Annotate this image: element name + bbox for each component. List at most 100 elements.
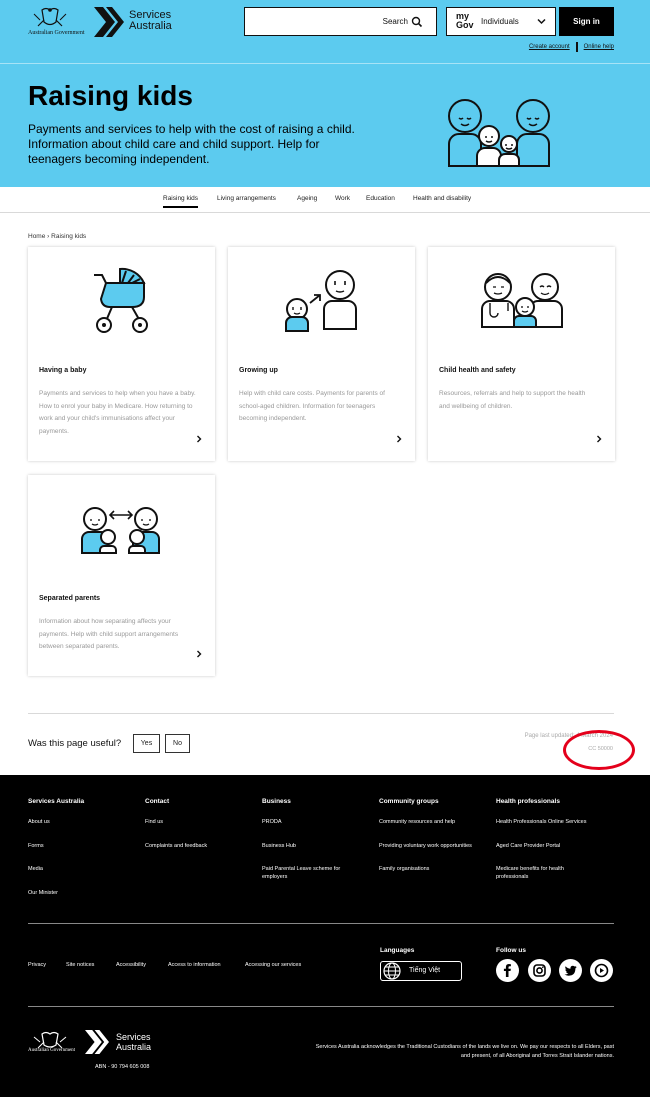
footer-heading: Business [262, 798, 291, 805]
accessibility-link[interactable]: Accessibility [116, 962, 146, 968]
footer-column-services-australia: Services Australia About us Forms Media … [28, 798, 144, 912]
tab-ageing[interactable]: Ageing [297, 195, 317, 202]
services-australia-logo-icon[interactable] [94, 7, 124, 37]
tab-raising-kids[interactable]: Raising kids [163, 195, 199, 208]
card-separated-parents[interactable]: Separated parents Information about how … [28, 475, 215, 676]
chevron-right-icon[interactable] [396, 435, 402, 443]
divider [28, 1006, 614, 1007]
footer-link[interactable]: Aged Care Provider Portal [496, 842, 612, 850]
breadcrumb: Home › Raising kids [28, 233, 86, 240]
online-help-link[interactable]: Online help [584, 44, 614, 50]
language-button[interactable]: Tiếng Việt [380, 961, 462, 981]
footer-link[interactable]: Providing voluntary work opportunities [379, 842, 495, 850]
card-having-a-baby[interactable]: Having a baby Payments and services to h… [28, 247, 215, 461]
footer-link[interactable]: Business Hub [262, 842, 378, 850]
card-title: Child health and safety [439, 367, 516, 374]
growing-child-icon [285, 270, 357, 332]
no-button[interactable]: No [165, 734, 190, 753]
footer-link[interactable]: Complaints and feedback [145, 842, 261, 850]
header-links: Create account Online help [529, 42, 614, 52]
government-name: Australian Government [28, 30, 85, 36]
separated-parents-icon [81, 507, 160, 554]
footer-link[interactable]: Medicare benefits for health professiona… [496, 865, 591, 881]
search-icon[interactable] [411, 16, 423, 28]
access-to-information-link[interactable]: Access to information [168, 962, 221, 968]
footer-link[interactable]: Community resources and help [379, 818, 495, 826]
divider [0, 212, 650, 213]
pram-icon [94, 267, 148, 333]
tab-health-and-disability[interactable]: Health and disability [413, 195, 471, 202]
footer-link[interactable]: Health Professionals Online Services [496, 818, 612, 826]
card-description: Information about how separating affects… [39, 618, 179, 650]
card-growing-up[interactable]: Growing up Help with child care costs. P… [228, 247, 415, 461]
section-tabs: Raising kids Living arrangements Ageing … [0, 193, 650, 213]
languages-label: Languages [380, 947, 415, 954]
follow-us-label: Follow us [496, 947, 526, 954]
chevron-right-icon[interactable] [596, 435, 602, 443]
footer-column-contact: Contact Find us Complaints and feedback [145, 798, 261, 865]
facebook-icon[interactable] [496, 959, 519, 982]
tab-work[interactable]: Work [335, 195, 350, 202]
create-account-link[interactable]: Create account [529, 44, 570, 50]
globe-icon [383, 962, 401, 980]
mygov-logo-line2: Gov [456, 20, 474, 30]
footer-link[interactable]: Family organisations [379, 865, 495, 873]
footer-link[interactable]: Media [28, 865, 144, 873]
brand-name[interactable]: Services Australia [129, 10, 172, 32]
footer-link[interactable]: Our Minister [28, 889, 144, 897]
mygov-selected-value: Individuals [481, 17, 519, 26]
footer-column-health-professionals: Health professionals Health Professional… [496, 798, 612, 897]
breadcrumb-home[interactable]: Home [28, 233, 45, 240]
footer-link[interactable]: Paid Parental Leave scheme for employers [262, 865, 362, 881]
chevron-down-icon[interactable] [537, 18, 546, 25]
card-child-health-and-safety[interactable]: Child health and safety Resources, refer… [428, 247, 615, 461]
card-title: Growing up [239, 367, 278, 374]
accessing-our-services-link[interactable]: Accessing our services [245, 962, 301, 968]
chevron-right-icon[interactable] [196, 435, 202, 443]
twitter-icon[interactable] [559, 959, 582, 982]
abn: ABN - 90 794 605 008 [95, 1064, 150, 1070]
feedback-question: Was this page useful? [28, 738, 122, 749]
page-title: Raising kids [28, 80, 193, 111]
site-notices-link[interactable]: Site notices [66, 962, 94, 968]
breadcrumb-current: Raising kids [51, 233, 87, 240]
youtube-icon[interactable] [590, 959, 613, 982]
footer-link[interactable]: PRODA [262, 818, 378, 826]
divider [28, 923, 614, 924]
footer-link[interactable]: Find us [145, 818, 261, 826]
tab-education[interactable]: Education [366, 195, 395, 202]
brand-name: Services Australia [116, 1032, 151, 1052]
footer-heading: Health professionals [496, 798, 560, 805]
footer-column-business: Business PRODA Business Hub Paid Parenta… [262, 798, 378, 897]
divider [28, 713, 614, 714]
card-description: Payments and services to help when you h… [39, 390, 196, 435]
brand-line1: Services [116, 1032, 151, 1042]
search-label: Search [382, 17, 408, 26]
family-illustration-icon [448, 99, 550, 167]
sign-in-button[interactable]: Sign in [559, 7, 614, 36]
page-description: Payments and services to help with the c… [28, 122, 355, 166]
chevron-right-icon[interactable] [196, 650, 202, 658]
site-header: Australian Government Services Australia… [0, 0, 650, 187]
card-description: Resources, referrals and help to support… [439, 390, 586, 410]
tab-living-arrangements[interactable]: Living arrangements [217, 195, 276, 202]
government-name: Australian Government [28, 1048, 76, 1053]
divider [0, 63, 650, 64]
acknowledgement-of-country: Services Australia acknowledges the Trad… [315, 1044, 614, 1059]
footer-heading: Community groups [379, 798, 439, 805]
yes-button[interactable]: Yes [133, 734, 160, 753]
footer-heading: Services Australia [28, 798, 85, 805]
card-description: Help with child care costs. Payments for… [239, 390, 385, 422]
instagram-icon[interactable] [528, 959, 551, 982]
search-input[interactable]: Search [244, 7, 437, 36]
services-australia-logo-icon[interactable] [85, 1029, 109, 1055]
privacy-link[interactable]: Privacy [28, 962, 46, 968]
mygov-selector[interactable]: my Gov Individuals [446, 7, 556, 36]
footer-link[interactable]: About us [28, 818, 144, 826]
footer-link[interactable]: Forms [28, 842, 144, 850]
brand-line2: Australia [116, 1042, 152, 1052]
divider [575, 42, 578, 52]
card-title: Having a baby [39, 367, 87, 374]
card-title: Separated parents [39, 595, 101, 602]
footer-heading: Contact [145, 798, 170, 805]
